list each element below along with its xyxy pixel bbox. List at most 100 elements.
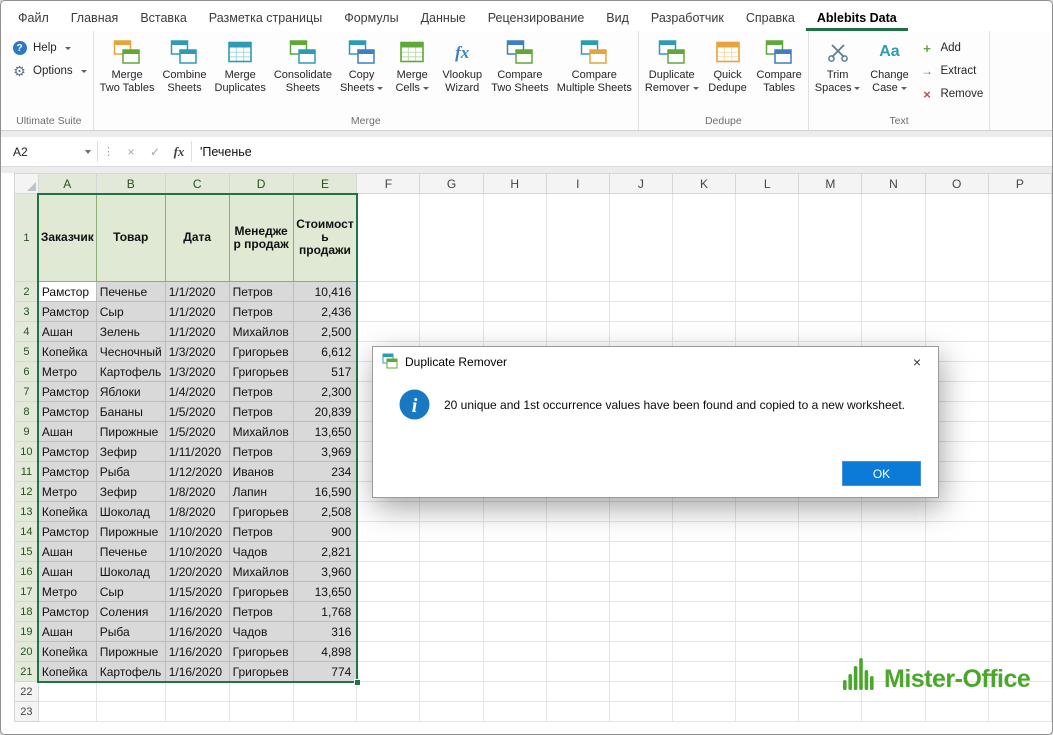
cell-P10[interactable] [988,442,1051,462]
cell-E4[interactable]: 2,500 [293,322,357,342]
cell-C10[interactable]: 1/11/2020 [165,442,229,462]
cell-H23[interactable] [483,702,546,722]
cell-D16[interactable]: Михайлов [229,562,293,582]
ribbon-button-duplicate-remover[interactable]: DuplicateRemover [641,32,703,114]
cell-E10[interactable]: 3,969 [293,442,357,462]
cell-D13[interactable]: Григорьев [229,502,293,522]
row-header-10[interactable]: 10 [15,442,39,462]
cell-P1[interactable] [988,194,1051,282]
row-header-15[interactable]: 15 [15,542,39,562]
tab-разметка-страницы[interactable]: Разметка страницы [198,7,333,31]
cell-E5[interactable]: 6,612 [293,342,357,362]
cell-I1[interactable] [546,194,609,282]
row-header-8[interactable]: 8 [15,402,39,422]
cell-P9[interactable] [988,422,1051,442]
cell-E9[interactable]: 13,650 [293,422,357,442]
cell-E17[interactable]: 13,650 [293,582,357,602]
cell-B1[interactable]: Товар [96,194,165,282]
cell-O14[interactable] [925,522,988,542]
name-box[interactable]: A2 [1,137,97,166]
cell-C14[interactable]: 1/10/2020 [165,522,229,542]
cell-D15[interactable]: Чадов [229,542,293,562]
cell-B11[interactable]: Рыба [96,462,165,482]
cell-K22[interactable] [672,682,735,702]
cell-K3[interactable] [672,302,735,322]
cell-B2[interactable]: Печенье [96,282,165,302]
cell-K4[interactable] [672,322,735,342]
cell-I4[interactable] [546,322,609,342]
formula-bar-splitter-icon[interactable]: ⋮ [98,145,119,158]
cell-K18[interactable] [672,602,735,622]
cell-M13[interactable] [799,502,862,522]
cell-B9[interactable]: Пирожные [96,422,165,442]
cell-O13[interactable] [925,502,988,522]
cell-C17[interactable]: 1/15/2020 [165,582,229,602]
cell-C1[interactable]: Дата [165,194,229,282]
cell-O18[interactable] [925,602,988,622]
cell-N19[interactable] [862,622,925,642]
cell-P2[interactable] [988,282,1051,302]
cell-C11[interactable]: 1/12/2020 [165,462,229,482]
cell-L4[interactable] [736,322,799,342]
column-header-J[interactable]: J [609,174,672,194]
cell-N17[interactable] [862,582,925,602]
cell-H17[interactable] [483,582,546,602]
cell-E18[interactable]: 1,768 [293,602,357,622]
cell-E22[interactable] [293,682,357,702]
cell-H1[interactable] [483,194,546,282]
insert-function-icon[interactable]: fx [167,144,191,160]
cell-G23[interactable] [420,702,483,722]
cell-D19[interactable]: Чадов [229,622,293,642]
cell-J2[interactable] [609,282,672,302]
row-header-6[interactable]: 6 [15,362,39,382]
cell-D23[interactable] [229,702,293,722]
tab-формулы[interactable]: Формулы [333,7,409,31]
row-header-23[interactable]: 23 [15,702,39,722]
tab-вставка[interactable]: Вставка [129,7,197,31]
cell-E21[interactable]: 774 [293,662,357,682]
cell-B22[interactable] [96,682,165,702]
column-header-E[interactable]: E [293,174,357,194]
cell-J19[interactable] [609,622,672,642]
cell-A1[interactable]: Заказчик [38,194,96,282]
cell-O4[interactable] [925,322,988,342]
column-header-I[interactable]: I [546,174,609,194]
row-header-21[interactable]: 21 [15,662,39,682]
cell-N23[interactable] [862,702,925,722]
cell-P23[interactable] [988,702,1051,722]
cell-J16[interactable] [609,562,672,582]
row-header-20[interactable]: 20 [15,642,39,662]
cell-B15[interactable]: Печенье [96,542,165,562]
close-icon[interactable]: × [896,347,938,377]
cell-A17[interactable]: Метро [38,582,96,602]
cell-I2[interactable] [546,282,609,302]
cell-A12[interactable]: Метро [38,482,96,502]
cell-K2[interactable] [672,282,735,302]
cell-H13[interactable] [483,502,546,522]
dialog-title-bar[interactable]: Duplicate Remover × [373,347,938,377]
tab-разработчик[interactable]: Разработчик [640,7,735,31]
cell-I19[interactable] [546,622,609,642]
cell-F17[interactable] [357,582,420,602]
cell-J23[interactable] [609,702,672,722]
ribbon-button-merge-duplicates[interactable]: MergeDuplicates [211,32,270,114]
cell-F4[interactable] [357,322,420,342]
cell-E1[interactable]: Стоимость продажи [293,194,357,282]
cell-K20[interactable] [672,642,735,662]
cell-I3[interactable] [546,302,609,322]
cell-B6[interactable]: Картофель [96,362,165,382]
cell-B5[interactable]: Чесночный [96,342,165,362]
cell-E6[interactable]: 517 [293,362,357,382]
cell-L21[interactable] [736,662,799,682]
cell-K1[interactable] [672,194,735,282]
name-box-caret-icon[interactable] [85,150,91,154]
cell-E20[interactable]: 4,898 [293,642,357,662]
cell-M3[interactable] [799,302,862,322]
cell-C9[interactable]: 1/5/2020 [165,422,229,442]
cell-K16[interactable] [672,562,735,582]
column-header-O[interactable]: O [925,174,988,194]
cell-G15[interactable] [420,542,483,562]
cell-G3[interactable] [420,302,483,322]
cell-M15[interactable] [799,542,862,562]
cell-O3[interactable] [925,302,988,322]
